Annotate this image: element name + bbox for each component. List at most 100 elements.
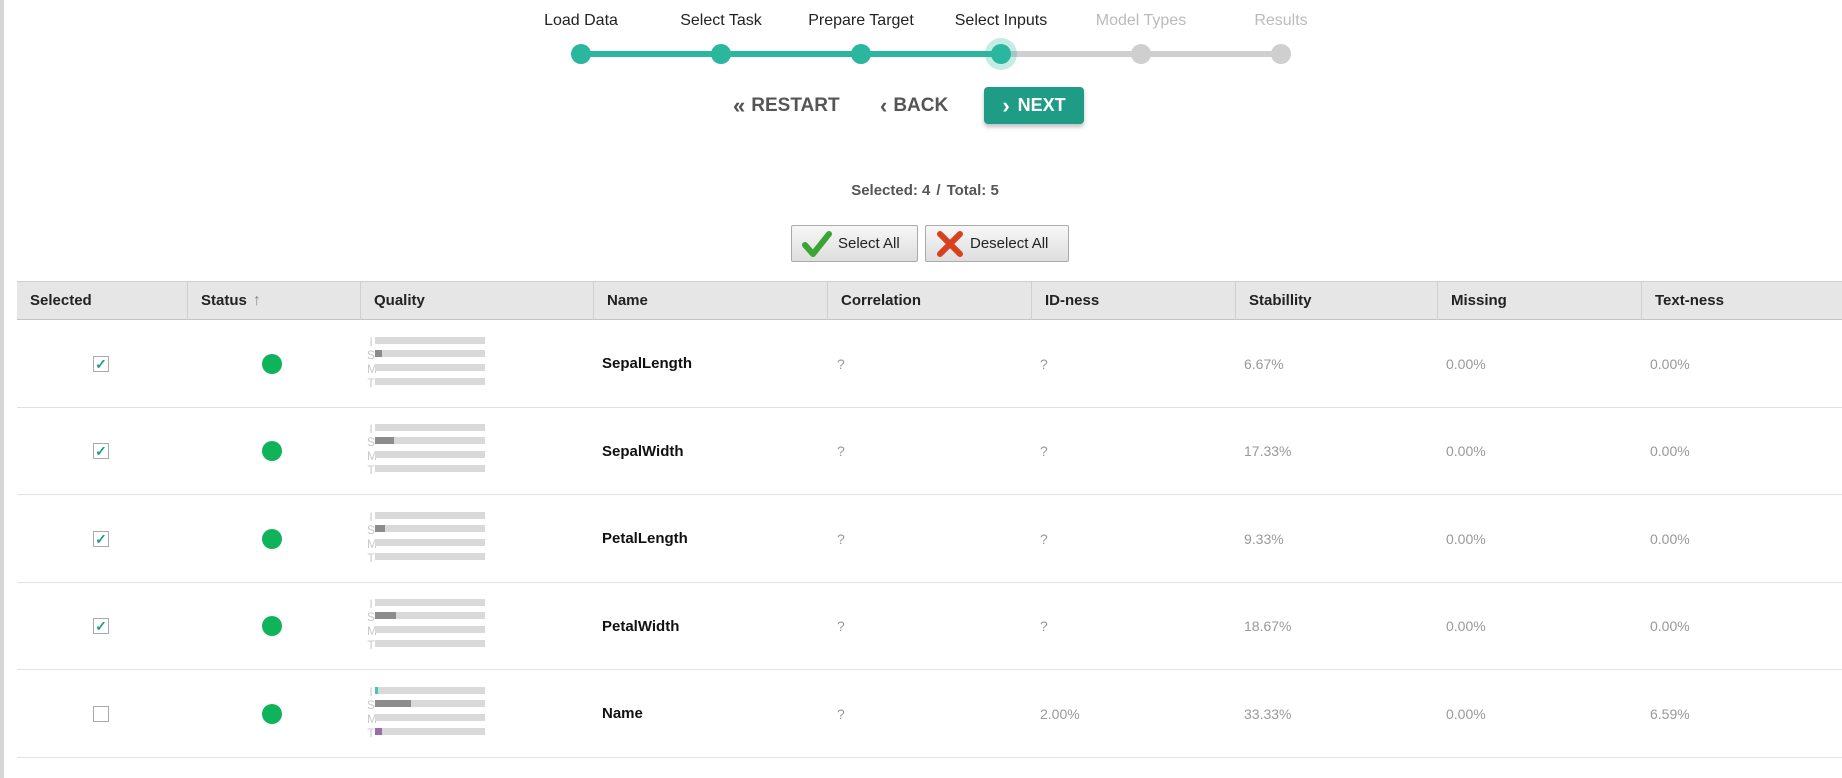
column-header-label: Name [607,292,648,309]
column-header[interactable]: Correlation [827,282,1031,320]
chevron-left-icon: ‹ [880,93,888,118]
wizard-step-label: Load Data [544,12,618,29]
selected-cell [93,670,109,757]
row-checkbox[interactable]: ✓ [93,355,109,372]
missing-cell: 0.00% [1446,320,1486,407]
correlation-cell-value: ? [837,705,845,722]
column-header[interactable]: Selected [17,282,187,320]
wizard-step-dot[interactable] [711,44,731,64]
quality-letter: T [367,638,375,652]
status-indicator-icon [262,703,282,724]
arrow-up-icon: ↑ [252,292,261,309]
quality-letter: S [367,347,376,362]
textness-cell-value: 0.00% [1650,618,1690,634]
correlation-cell: ? [837,670,845,757]
column-header[interactable]: ID-ness [1031,282,1235,320]
stability-cell-value: 33.33% [1244,705,1292,722]
wizard-step-dot[interactable] [851,44,871,64]
restart-button[interactable]: « RESTART [733,90,840,122]
textness-cell: 0.00% [1650,495,1690,582]
quality-bar [375,349,485,357]
idness-cell: ? [1040,583,1048,670]
column-header[interactable]: Text-ness [1641,282,1842,320]
column-header-label: ID-ness [1045,292,1100,309]
textness-cell: 0.00% [1650,408,1690,495]
name-cell: PetalWidth [602,583,679,670]
restart-label: RESTART [751,95,840,116]
name-cell: Name [602,670,643,757]
idness-cell-value: 2.00% [1040,705,1080,722]
column-header-label: Missing [1451,292,1507,309]
wizard-track-segment [861,51,1001,57]
wizard-track-segment [581,51,721,57]
quality-bar [375,424,485,431]
row-checkbox[interactable] [93,705,109,722]
next-button[interactable]: › NEXT [984,87,1084,124]
select-all-label: Select All [838,235,900,252]
column-header[interactable]: Name [593,282,827,320]
quality-bar [375,511,485,519]
wizard-track-segment [1001,51,1141,57]
quality-cell: ISMT [367,495,487,582]
quality-bar [375,437,485,444]
quality-letter: M [367,624,377,638]
quality-letter: I [369,509,373,524]
quality-letter: S [367,610,376,624]
deselect-all-button[interactable]: Deselect All [925,225,1069,262]
wizard-track-segment [721,51,861,57]
stability-cell-value: 6.67% [1244,355,1284,372]
quality-bar-fill [375,349,382,357]
quality-letter: S [367,435,376,449]
back-label: BACK [893,95,949,116]
selection-summary: Selected: 4 / Total: 5 [0,182,1842,199]
quality-mini-chart: ISMT [367,597,487,655]
table-row[interactable]: I S M T Name? 2.00% 33.33% 0.00% 6.59% [17,670,1842,758]
row-checkbox[interactable]: ✓ [93,443,109,459]
wizard-step-dot[interactable] [571,44,591,64]
textness-cell: 0.00% [1650,583,1690,670]
correlation-cell: ? [837,495,845,582]
row-checkbox[interactable]: ✓ [93,618,109,634]
table-row[interactable]: ✓ I S M T PetalLength?? 9.33% 0.00% 0.00% [17,495,1842,583]
row-checkbox[interactable]: ✓ [93,530,109,547]
quality-letter: M [367,536,377,551]
table-header: Selected Status ↑ Quality Name Correlation ID-… [17,281,1842,320]
missing-cell-value: 0.00% [1446,443,1486,459]
quality-letter: T [367,375,375,390]
quality-letter: M [367,449,377,463]
column-header[interactable]: Quality [360,282,593,320]
status-cell [262,320,282,407]
quality-letter: I [369,684,373,699]
column-header[interactable]: Status ↑ [187,282,360,320]
quality-bar [375,363,485,371]
name-cell-value: SepalWidth [602,442,684,460]
table-row[interactable]: ✓ I S M T SepalWidth?? 17.33% 0.00% 0.00% [17,408,1842,495]
back-button[interactable]: ‹ BACK [880,90,948,122]
quality-mini-chart: ISMT [367,510,487,568]
quality-bar [375,699,485,707]
stability-cell: 9.33% [1244,495,1284,582]
wizard-step-label: Select Inputs [954,12,1048,29]
double-chevron-left-icon: « [733,93,746,118]
select-all-button[interactable]: Select All [791,225,918,262]
table-row[interactable]: ✓ I S M T SepalLength?? 6.67% 0.00% 0.00% [17,320,1842,408]
quality-bar-fill [375,612,396,619]
quality-bar [375,686,485,694]
quality-bar [375,465,485,472]
column-header[interactable]: Stabillity [1235,282,1437,320]
wizard-step-dot[interactable] [991,44,1011,64]
column-header[interactable]: Missing [1437,282,1641,320]
name-cell: PetalLength [602,495,688,582]
idness-cell-value: ? [1040,618,1048,634]
missing-cell-value: 0.00% [1446,355,1486,372]
quality-bar-fill [375,524,385,532]
column-header-label: Selected [30,292,92,309]
stability-cell: 33.33% [1244,670,1291,757]
total-count: Total: 5 [946,182,999,199]
stability-cell-value: 9.33% [1244,530,1284,547]
selected-count: Selected: 4 [851,182,931,199]
quality-bar [375,336,485,344]
table-row[interactable]: ✓ I S M T PetalWidth?? 18.67% 0.00% 0.00% [17,583,1842,670]
textness-cell: 0.00% [1650,320,1690,407]
status-indicator-icon [262,528,282,549]
